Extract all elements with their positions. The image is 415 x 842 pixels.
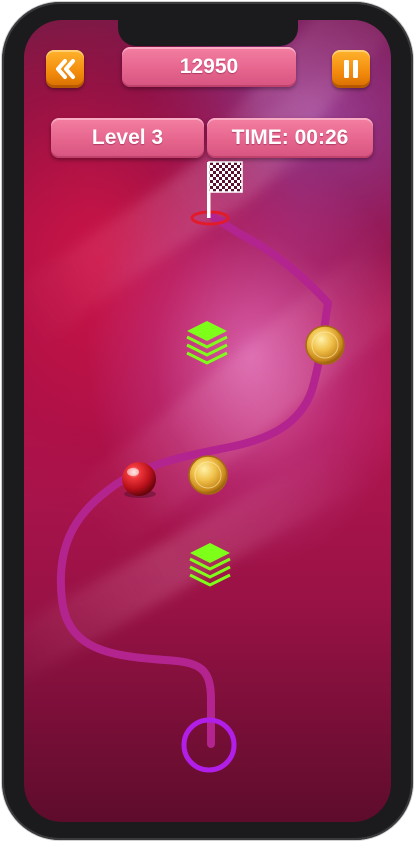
level-display: Level 3 xyxy=(51,118,204,158)
double-chevron-left-icon xyxy=(56,59,75,79)
back-button[interactable] xyxy=(46,50,84,88)
pause-button[interactable] xyxy=(332,50,370,88)
timer-display: TIME: 00:26 xyxy=(207,118,373,158)
score-value: 12950 xyxy=(179,55,239,78)
gold-coin-icon xyxy=(188,455,228,495)
level-label: Level 3 xyxy=(91,126,164,149)
stacked-layers-icon xyxy=(189,543,231,587)
gold-coin-icon xyxy=(305,325,345,365)
stacked-layers-icon xyxy=(186,321,228,365)
pause-icon xyxy=(344,60,358,78)
timer-label: TIME: 00:26 xyxy=(231,126,349,149)
score-display: 12950 xyxy=(122,47,296,87)
red-ball-icon[interactable] xyxy=(122,462,156,498)
checkered-flag-icon xyxy=(207,161,243,218)
phone-notch xyxy=(118,20,298,46)
